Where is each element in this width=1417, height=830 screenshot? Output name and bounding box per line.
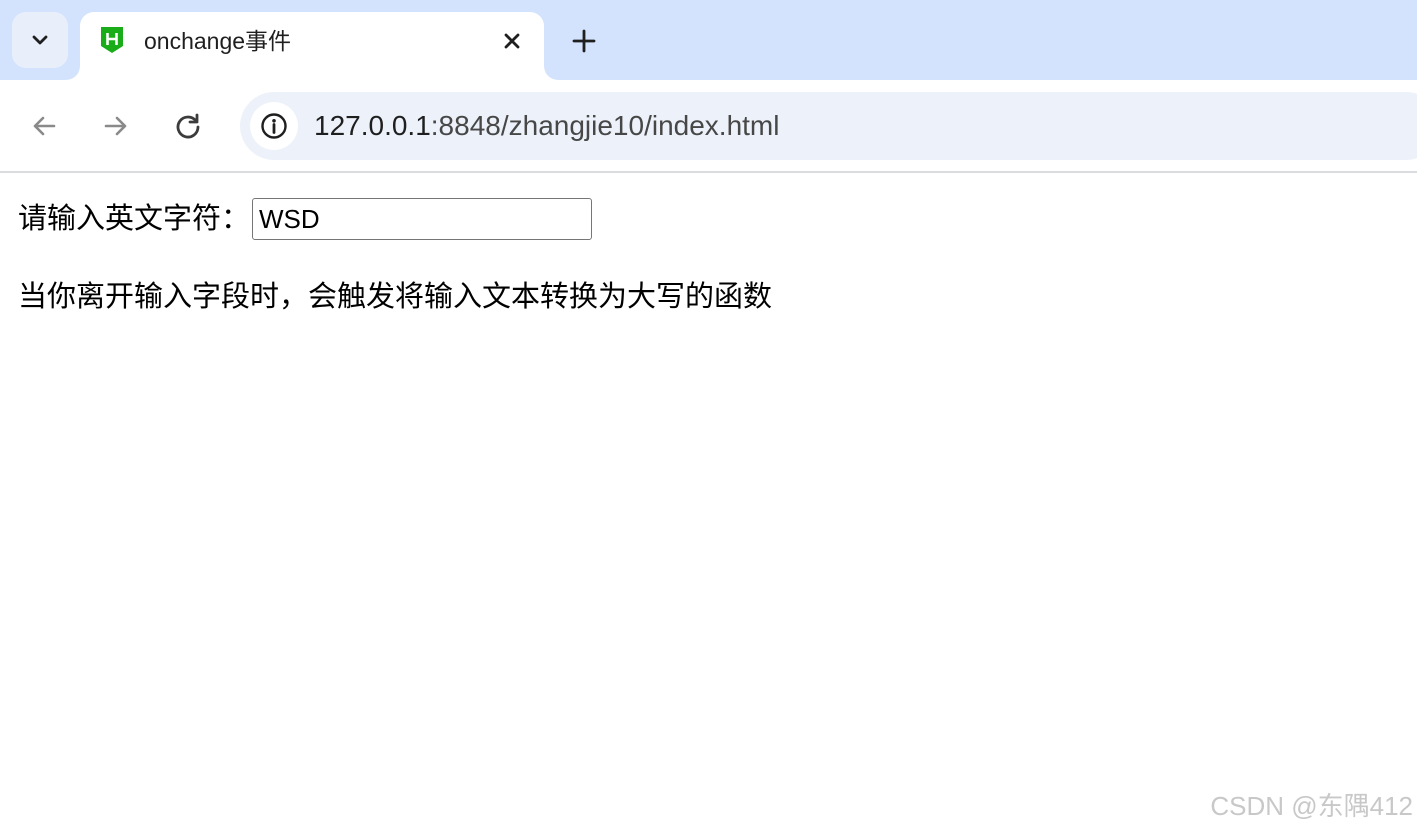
url-host: 127.0.0.1 <box>314 110 431 141</box>
site-info-button[interactable] <box>250 102 298 150</box>
url-path: :8848/zhangjie10/index.html <box>430 110 780 141</box>
tab-search-button[interactable] <box>12 12 68 68</box>
hbuilder-icon <box>101 27 123 53</box>
browser-window: onchange事件 127.0.0.1:8848/zhangjie10/ind… <box>0 0 1417 830</box>
url-text: 127.0.0.1:8848/zhangjie10/index.html <box>314 109 779 143</box>
tab-title: onchange事件 <box>144 28 292 54</box>
back-arrow-icon <box>33 116 56 136</box>
field-label: 请输入英文字符： <box>18 203 251 235</box>
info-icon <box>261 113 287 139</box>
input-row: 请输入英文字符： <box>18 197 593 241</box>
tab-strip: onchange事件 <box>0 0 1417 80</box>
reload-button[interactable] <box>168 106 208 146</box>
browser-toolbar: 127.0.0.1:8848/zhangjie10/index.html <box>0 80 1417 173</box>
english-text-input[interactable] <box>252 198 593 240</box>
description-text: 当你离开输入字段时，会触发将输入文本转换为大写的函数 <box>18 281 773 313</box>
active-tab[interactable]: onchange事件 <box>80 12 544 80</box>
address-bar[interactable]: 127.0.0.1:8848/zhangjie10/index.html <box>240 92 1417 160</box>
csdn-watermark: CSDN @东隅412 <box>1210 791 1413 821</box>
tab-close-button[interactable] <box>496 26 528 56</box>
page-content: 请输入英文字符： 当你离开输入字段时，会触发将输入文本转换为大写的函数 CSDN… <box>0 175 1417 830</box>
forward-button[interactable] <box>96 106 136 146</box>
close-icon <box>504 33 520 49</box>
back-button[interactable] <box>24 106 64 146</box>
reload-icon <box>176 113 200 139</box>
new-tab-button[interactable] <box>564 22 604 60</box>
chevron-down-icon <box>32 35 48 45</box>
plus-icon <box>572 29 596 53</box>
forward-arrow-icon <box>104 116 127 136</box>
